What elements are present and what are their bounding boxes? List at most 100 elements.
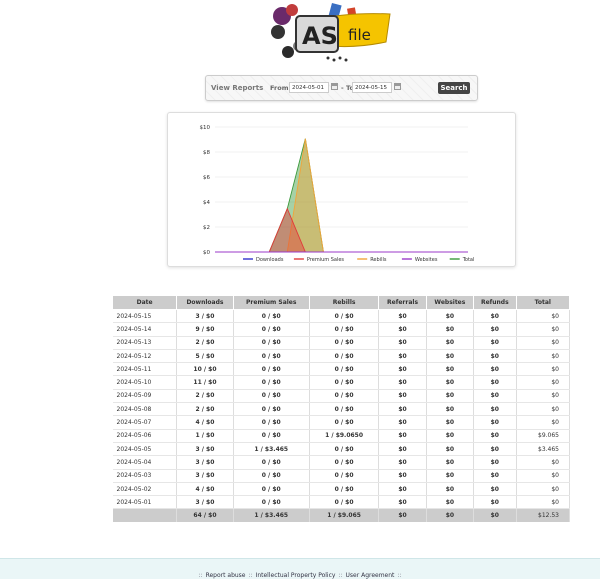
logo-text-as: AS <box>302 22 338 50</box>
series-line-premium-sales <box>215 207 468 253</box>
from-label: From <box>270 84 289 92</box>
totals-cell: 64 / $0 <box>176 508 234 523</box>
table-cell: $0 <box>516 455 571 470</box>
footer: :: Report abuse:: Intellectual Property Po… <box>0 558 600 579</box>
table-cell: $0 <box>378 482 427 497</box>
table-row: 2024-05-06 1 / $0 0 / $0 1 / $9.0650 $0 $0 $0 $… <box>112 429 571 443</box>
table-cell: 0 / $0 <box>233 429 310 443</box>
table-row: 2024-05-13 2 / $0 0 / $0 0 / $0 $0 $0 $0 $0 <box>112 336 571 350</box>
table-cell: $0 <box>378 415 427 430</box>
table-cell: 0 / $0 <box>309 469 380 483</box>
y-tick-label: $0 <box>203 250 210 256</box>
table-row: 2024-05-05 3 / $0 1 / $3.465 0 / $0 $0 $0 $0 $3… <box>112 442 571 457</box>
from-date-input[interactable] <box>289 82 329 93</box>
table-cell: 0 / $0 <box>233 375 310 390</box>
table-cell: 1 / $0 <box>176 429 234 443</box>
y-tick-label: $4 <box>203 200 210 206</box>
table-cell: $0 <box>516 322 571 337</box>
table-cell: $0 <box>426 429 475 443</box>
table-cell: 0 / $0 <box>309 455 380 470</box>
table-row: 2024-05-10 11 / $0 0 / $0 0 / $0 $0 $0 $0 $0 <box>112 375 571 390</box>
legend-label: Rebills <box>370 257 387 263</box>
table-cell: 0 / $0 <box>309 402 380 417</box>
to-calendar-icon[interactable] <box>394 83 401 90</box>
table-cell: $0 <box>473 495 517 510</box>
table-cell: 3 / $0 <box>176 442 234 457</box>
y-tick-label: $10 <box>200 125 211 131</box>
column-header: Refunds <box>473 295 517 310</box>
table-cell: 0 / $0 <box>309 442 380 457</box>
report-table-wrapper: Date Downloads Premium Sales Rebills Referra… <box>111 295 571 523</box>
table-cell: $0 <box>473 375 517 390</box>
table-row: 2024-05-11 10 / $0 0 / $0 0 / $0 $0 $0 $0 $0 <box>112 362 571 377</box>
legend-label: Downloads <box>256 257 284 263</box>
column-header: Rebills <box>308 295 380 310</box>
table-cell: 0 / $0 <box>233 415 310 430</box>
table-cell: $0 <box>473 362 517 377</box>
table-cell: $0 <box>516 389 571 404</box>
totals-cell: 1 / $3.465 <box>233 508 310 523</box>
table-cell: 0 / $0 <box>309 482 380 497</box>
table-cell: 0 / $0 <box>233 362 310 377</box>
table-cell: 0 / $0 <box>309 415 380 430</box>
table-row: 2024-05-01 3 / $0 0 / $0 0 / $0 $0 $0 $0 $0 <box>112 495 571 510</box>
table-cell: $0 <box>378 469 427 483</box>
table-cell: $0 <box>516 469 571 483</box>
table-cell: $0 <box>378 402 427 417</box>
table-cell: $0 <box>516 495 571 510</box>
table-cell: $0 <box>378 322 427 337</box>
totals-cell: $12.53 <box>516 508 571 523</box>
from-calendar-icon[interactable] <box>331 83 338 90</box>
table-cell: 2024-05-14 <box>112 322 178 337</box>
table-cell: $0 <box>426 415 475 430</box>
site-logo[interactable]: AS file <box>268 2 396 66</box>
table-cell: $0 <box>426 322 475 337</box>
totals-cell: $0 <box>378 508 427 523</box>
logo-text-file: file <box>348 26 371 44</box>
chart-svg: $0 $2 $4 $6 $8 $10 Downloads Premium Sales Rebil… <box>200 125 475 263</box>
table-cell: 2024-05-02 <box>112 482 178 497</box>
table-cell: $0 <box>473 415 517 430</box>
table-row: 2024-05-04 3 / $0 0 / $0 0 / $0 $0 $0 $0 $0 <box>112 455 571 470</box>
table-cell: 0 / $0 <box>309 495 380 510</box>
table-cell: 0 / $0 <box>309 322 380 337</box>
to-date-input[interactable] <box>352 82 392 93</box>
table-cell: $0 <box>516 402 571 417</box>
table-cell: 1 / $9.0650 <box>309 429 380 443</box>
table-cell: $0 <box>426 389 475 404</box>
table-cell: $0 <box>473 309 517 324</box>
table-cell: 2 / $0 <box>176 336 234 350</box>
table-cell: $0 <box>473 389 517 404</box>
logo-graphic: AS file <box>271 2 391 62</box>
search-button[interactable]: Search <box>438 82 470 94</box>
table-cell: 3 / $0 <box>176 469 234 483</box>
table-cell: 0 / $0 <box>233 389 310 404</box>
table-cell: $3.465 <box>516 442 571 457</box>
table-cell: 1 / $3.465 <box>233 442 310 457</box>
table-cell: $0 <box>516 309 571 324</box>
totals-cell: $0 <box>473 508 517 523</box>
table-cell: $0 <box>516 362 571 377</box>
view-reports-label: View Reports <box>211 84 264 92</box>
table-cell: 3 / $0 <box>176 495 234 510</box>
table-cell: 0 / $0 <box>309 362 380 377</box>
table-cell: 2024-05-05 <box>112 442 178 457</box>
table-cell: 3 / $0 <box>176 455 234 470</box>
table-cell: 2024-05-13 <box>112 336 178 350</box>
table-row: 2024-05-07 4 / $0 0 / $0 0 / $0 $0 $0 $0 $0 <box>112 415 571 430</box>
table-cell: 2024-05-09 <box>112 389 178 404</box>
series-area-premium-sales <box>215 208 468 252</box>
table-cell: $0 <box>426 442 475 457</box>
table-cell: 0 / $0 <box>309 375 380 390</box>
table-cell: $0 <box>426 309 475 324</box>
table-cell: 0 / $0 <box>233 349 310 364</box>
table-cell: $0 <box>473 482 517 497</box>
table-cell: $0 <box>378 389 427 404</box>
table-row: 2024-05-15 3 / $0 0 / $0 0 / $0 $0 $0 $0 $0 <box>112 309 571 324</box>
table-cell: 3 / $0 <box>176 309 234 324</box>
table-cell: 0 / $0 <box>233 402 310 417</box>
table-cell: $0 <box>378 309 427 324</box>
table-row: 2024-05-09 2 / $0 0 / $0 0 / $0 $0 $0 $0 $0 <box>112 389 571 404</box>
legend-label: Websites <box>415 257 438 263</box>
table-cell: $0 <box>378 495 427 510</box>
